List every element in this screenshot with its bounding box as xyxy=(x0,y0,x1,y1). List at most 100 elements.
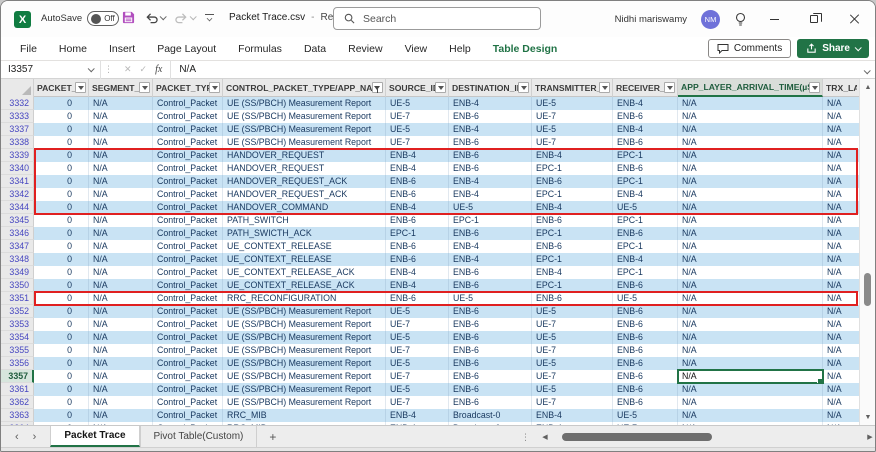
row-header[interactable]: 3357 xyxy=(1,370,34,383)
column-header[interactable]: PACKET_ID xyxy=(34,79,89,97)
cell[interactable]: ENB-6 xyxy=(449,279,532,292)
row-header[interactable]: 3353 xyxy=(1,318,34,331)
row-header[interactable]: 3333 xyxy=(1,110,34,123)
ribbon-tab-help[interactable]: Help xyxy=(438,37,482,61)
cell[interactable]: N/A xyxy=(89,97,153,110)
row-header[interactable]: 3342 xyxy=(1,188,34,201)
cell[interactable]: N/A xyxy=(823,162,861,175)
horizontal-scrollbar[interactable]: ⋮ ◀ ▶ xyxy=(521,426,876,448)
cell[interactable]: ENB-4 xyxy=(532,409,613,422)
ribbon-tab-table-design[interactable]: Table Design xyxy=(482,37,569,61)
cell[interactable]: N/A xyxy=(823,214,861,227)
insert-function-icon[interactable]: fx xyxy=(155,64,162,75)
cell[interactable]: ENB-4 xyxy=(613,188,678,201)
cell[interactable]: N/A xyxy=(89,396,153,409)
cell[interactable]: N/A xyxy=(89,318,153,331)
cell[interactable]: N/A xyxy=(89,292,153,305)
cell[interactable]: ENB-4 xyxy=(449,188,532,201)
cell[interactable]: UE-7 xyxy=(386,344,449,357)
cell[interactable]: ENB-6 xyxy=(449,162,532,175)
column-header[interactable]: TRX_LAY xyxy=(823,79,861,97)
cell[interactable]: N/A xyxy=(823,253,861,266)
cell[interactable]: 0 xyxy=(34,357,89,370)
scroll-up-arrow[interactable]: ▲ xyxy=(860,79,876,95)
cell[interactable]: N/A xyxy=(678,240,823,253)
cell[interactable]: UE_CONTEXT_RELEASE_ACK xyxy=(223,279,386,292)
cell[interactable]: 0 xyxy=(34,409,89,422)
cell[interactable]: UE-7 xyxy=(532,344,613,357)
row-header[interactable]: 3338 xyxy=(1,136,34,149)
cell[interactable]: UE-5 xyxy=(532,305,613,318)
cell[interactable]: EPC-1 xyxy=(532,227,613,240)
cell[interactable]: PATH_SWICTH_ACK xyxy=(223,227,386,240)
cell[interactable]: UE_CONTEXT_RELEASE_ACK xyxy=(223,266,386,279)
filter-dropdown-button[interactable] xyxy=(599,82,610,93)
cell[interactable]: ENB-6 xyxy=(449,318,532,331)
row-header[interactable]: 3339 xyxy=(1,149,34,162)
cell[interactable]: RRC_MIB xyxy=(223,409,386,422)
cell[interactable]: ENB-6 xyxy=(613,279,678,292)
undo-dropdown-icon[interactable] xyxy=(160,13,167,20)
cell[interactable]: Broadcast-0 xyxy=(449,409,532,422)
cell[interactable]: ENB-6 xyxy=(613,383,678,396)
cell[interactable]: Control_Packet xyxy=(153,149,223,162)
column-header[interactable]: APP_LAYER_ARRIVAL_TIME(µS) xyxy=(678,79,823,97)
restore-button[interactable] xyxy=(801,9,827,29)
cell[interactable]: 0 xyxy=(34,370,89,383)
cell[interactable]: UE-7 xyxy=(532,110,613,123)
cell[interactable]: UE (SS/PBCH) Measurement Report xyxy=(223,383,386,396)
cell[interactable]: 0 xyxy=(34,97,89,110)
cell[interactable]: UE-5 xyxy=(386,357,449,370)
cell[interactable]: N/A xyxy=(678,214,823,227)
cell[interactable]: N/A xyxy=(823,344,861,357)
cell[interactable]: N/A xyxy=(678,227,823,240)
close-button[interactable] xyxy=(841,9,867,29)
cell[interactable]: Control_Packet xyxy=(153,279,223,292)
cell[interactable]: HANDOVER_REQUEST_ACK xyxy=(223,175,386,188)
cell[interactable]: UE-7 xyxy=(386,318,449,331)
cell[interactable]: UE-7 xyxy=(386,110,449,123)
cell[interactable]: 0 xyxy=(34,266,89,279)
cell[interactable]: UE-5 xyxy=(386,123,449,136)
cell[interactable]: ENB-4 xyxy=(386,149,449,162)
sheet-tab-packet-trace[interactable]: Packet Trace xyxy=(50,426,139,447)
cell[interactable]: N/A xyxy=(89,331,153,344)
column-header[interactable]: RECEIVER_ID xyxy=(613,79,678,97)
cell[interactable]: ENB-4 xyxy=(532,201,613,214)
cell[interactable]: ENB-6 xyxy=(532,175,613,188)
row-header[interactable]: 3362 xyxy=(1,396,34,409)
cell[interactable]: N/A xyxy=(89,149,153,162)
cell[interactable]: N/A xyxy=(823,175,861,188)
ribbon-tab-data[interactable]: Data xyxy=(293,37,337,61)
ribbon-tab-review[interactable]: Review xyxy=(337,37,393,61)
cell[interactable]: ENB-6 xyxy=(532,240,613,253)
column-header[interactable]: CONTROL_PACKET_TYPE/APP_NAME xyxy=(223,79,386,97)
cell[interactable]: ENB-4 xyxy=(449,240,532,253)
cell[interactable]: N/A xyxy=(678,279,823,292)
cell[interactable]: N/A xyxy=(89,253,153,266)
cell[interactable]: Control_Packet xyxy=(153,97,223,110)
cell[interactable]: UE (SS/PBCH) Measurement Report xyxy=(223,110,386,123)
scroll-down-arrow[interactable]: ▼ xyxy=(860,409,876,425)
cell[interactable]: Control_Packet xyxy=(153,396,223,409)
namebox-dropdown-icon[interactable] xyxy=(88,65,95,72)
row-header[interactable]: 3354 xyxy=(1,331,34,344)
filter-dropdown-button[interactable] xyxy=(139,82,150,93)
cell[interactable]: Control_Packet xyxy=(153,305,223,318)
cell[interactable]: EPC-1 xyxy=(532,188,613,201)
sheet-tab-pivot-table-custom-[interactable]: Pivot Table(Custom) xyxy=(140,426,258,447)
cell[interactable]: PATH_SWITCH xyxy=(223,214,386,227)
cell[interactable]: ENB-4 xyxy=(449,97,532,110)
formula-bar-splitter[interactable]: ⋮ xyxy=(101,64,116,75)
sheet-next-arrow[interactable]: › xyxy=(33,431,37,443)
cell[interactable]: N/A xyxy=(89,214,153,227)
cell[interactable]: Control_Packet xyxy=(153,240,223,253)
cell[interactable]: N/A xyxy=(823,305,861,318)
cell[interactable]: ENB-4 xyxy=(449,123,532,136)
cell[interactable]: UE-5 xyxy=(386,383,449,396)
scroll-right-arrow[interactable]: ▶ xyxy=(863,433,876,441)
cell[interactable]: N/A xyxy=(89,344,153,357)
cell[interactable]: N/A xyxy=(678,175,823,188)
cell[interactable]: ENB-6 xyxy=(386,292,449,305)
filter-dropdown-button[interactable] xyxy=(664,82,675,93)
